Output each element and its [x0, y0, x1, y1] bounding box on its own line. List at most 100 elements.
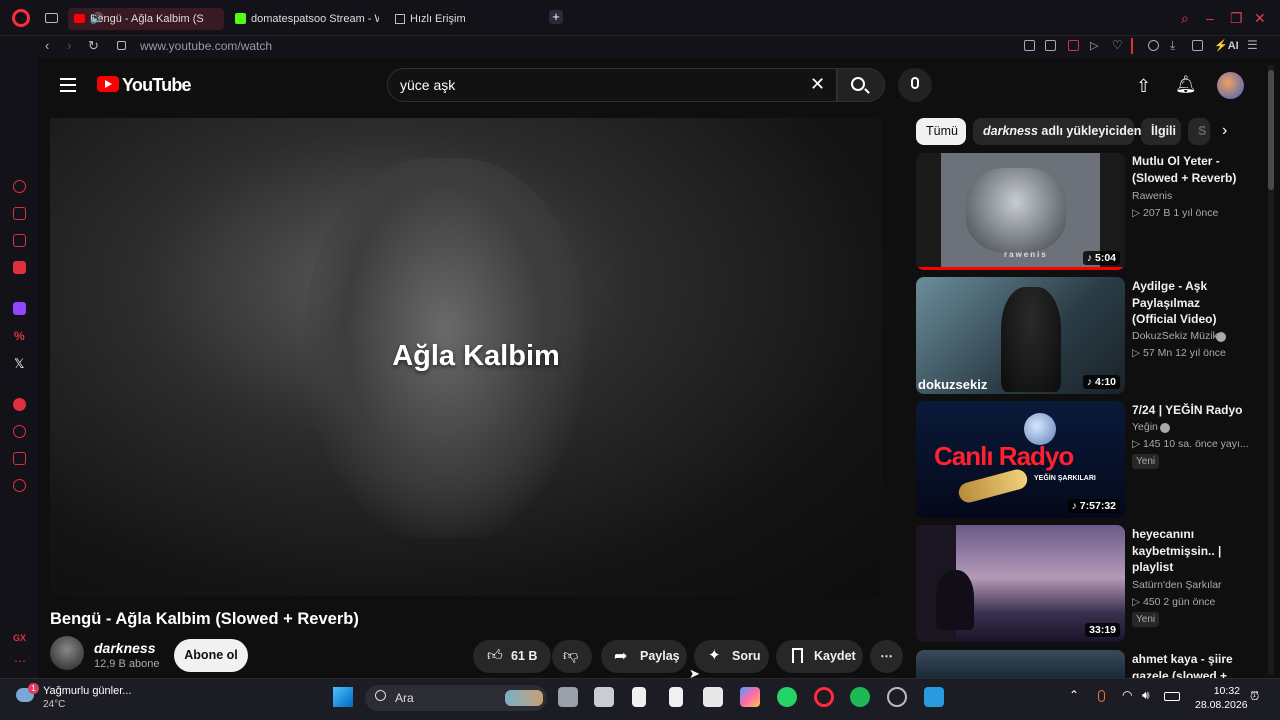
rec-title-2[interactable]: Aydilge - Aşk Paylaşılmaz (Official Vide…: [1132, 278, 1244, 328]
start-windows-icon[interactable]: [333, 687, 353, 707]
task-view-icon[interactable]: [558, 687, 578, 707]
spotify-icon[interactable]: [13, 398, 26, 411]
guide-menu-icon[interactable]: [60, 78, 76, 96]
tab-overview-icon[interactable]: [45, 13, 58, 23]
camera-icon[interactable]: [1192, 40, 1203, 51]
tab-kick-stream[interactable]: domatespatsoo Stream - W: [251, 8, 379, 30]
rec-title-4[interactable]: heyecanını kaybetmişsin.. | playlist: [1132, 526, 1244, 576]
history-icon[interactable]: [13, 425, 26, 438]
rec-thumbnail-4[interactable]: 33:19: [916, 525, 1125, 642]
shield-app-icon[interactable]: [924, 687, 944, 707]
rec-title-3[interactable]: 7/24 | YEĞİN Radyo: [1132, 402, 1262, 419]
clear-search-icon[interactable]: ✕: [810, 74, 825, 95]
restore-icon[interactable]: ❐: [1230, 10, 1243, 27]
aria-ai-icon[interactable]: ⚡AI: [1214, 39, 1239, 52]
opera-logo-icon[interactable]: [12, 9, 30, 27]
rec-title-5[interactable]: ahmet kaya - şiire gazele (slowed +: [1132, 651, 1244, 678]
chips-next-arrow-icon[interactable]: ›: [1222, 122, 1227, 140]
speed-dial-sidebar-icon[interactable]: [13, 180, 26, 193]
ask-button[interactable]: Soru: [694, 640, 769, 673]
x-twitter-icon[interactable]: 𝕏: [14, 356, 24, 372]
chip-related[interactable]: İlgili: [1141, 118, 1181, 145]
rec-channel-2[interactable]: DokuzSekiz Müzik: [1132, 330, 1218, 342]
rec-thumbnail-5[interactable]: [916, 650, 1125, 678]
wallet-icon[interactable]: [1131, 38, 1133, 54]
rec-thumbnail-1[interactable]: rawenis ♪ 5:04: [916, 153, 1125, 270]
opera-gx-taskbar-icon[interactable]: [814, 687, 834, 707]
twitch-icon[interactable]: [13, 302, 26, 315]
volume-icon[interactable]: 🔊︎: [1142, 688, 1150, 703]
forward-icon[interactable]: ›: [67, 38, 71, 53]
menu-icon[interactable]: ☰: [1247, 38, 1258, 52]
weather-text[interactable]: Yağmurlu günler...: [43, 685, 131, 697]
save-button[interactable]: Kaydet: [776, 640, 863, 673]
player-icon[interactable]: ▷: [1090, 39, 1098, 52]
rec-channel-3[interactable]: Yeğin: [1132, 421, 1158, 433]
chrome-like-icon[interactable]: [887, 687, 907, 707]
spotify-taskbar-icon[interactable]: [850, 687, 870, 707]
tab-speed-dial[interactable]: Hızlı Erişim: [410, 8, 490, 30]
new-tab-button[interactable]: +: [549, 10, 563, 24]
tray-chevron-icon[interactable]: ⌃: [1069, 688, 1079, 702]
video-player[interactable]: Ağla Kalbim: [50, 118, 882, 596]
chip-more[interactable]: S: [1188, 118, 1210, 145]
profile-icon[interactable]: [1148, 40, 1159, 51]
rec-channel-1[interactable]: Rawenis: [1132, 190, 1172, 202]
battery-icon[interactable]: [1164, 692, 1180, 701]
adblock-icon[interactable]: [1068, 40, 1079, 51]
channel-name[interactable]: darkness: [94, 640, 155, 656]
subscribe-button[interactable]: Abone ol: [174, 639, 248, 672]
minimize-icon[interactable]: –: [1206, 10, 1214, 26]
gx-corner-icon[interactable]: [13, 207, 26, 220]
like-button[interactable]: 61 B: [473, 640, 551, 673]
limiter-icon[interactable]: [13, 234, 26, 247]
copilot-icon[interactable]: [740, 687, 760, 707]
document-icon[interactable]: [632, 687, 646, 707]
search-icon[interactable]: [851, 77, 865, 91]
channel-avatar[interactable]: [50, 636, 84, 670]
search-query[interactable]: yüce aşk: [400, 77, 455, 93]
pin-icon[interactable]: [1024, 40, 1035, 51]
clock-time[interactable]: 10:32: [1202, 685, 1240, 697]
reload-icon[interactable]: ↻: [88, 38, 99, 54]
chip-from-uploader[interactable]: darkness adlı yükleyiciden: [973, 118, 1141, 145]
file-explorer-icon[interactable]: [594, 687, 614, 707]
create-upload-icon[interactable]: ⇧: [1136, 76, 1151, 97]
rec-channel-4[interactable]: Satürn'den Şarkılar: [1132, 579, 1222, 591]
youtube-logo-text[interactable]: YouTube: [122, 75, 192, 96]
wifi-icon[interactable]: ◠: [1122, 688, 1132, 702]
rec-title-1[interactable]: Mutlu Ol Yeter - (Slowed + Reverb): [1132, 153, 1244, 186]
tray-mic-icon[interactable]: [1098, 690, 1105, 702]
lock-icon[interactable]: [117, 41, 126, 50]
more-actions-button[interactable]: ⋯: [870, 640, 903, 673]
chip-all[interactable]: Tümü: [916, 118, 966, 145]
account-avatar[interactable]: [1217, 72, 1244, 99]
rec-thumbnail-3[interactable]: Canlı Radyo YEĞİN ŞARKILARI ♪ 7:57:32: [916, 401, 1125, 518]
url-field[interactable]: www.youtube.com/watch: [140, 39, 272, 53]
heart-icon[interactable]: ♡: [1112, 38, 1123, 52]
rec-thumbnail-art: [1001, 287, 1061, 392]
scrollbar-thumb[interactable]: [1268, 70, 1274, 190]
whatsapp-icon[interactable]: [777, 687, 797, 707]
discount-icon[interactable]: %: [14, 329, 25, 343]
close-window-icon[interactable]: ✕: [1254, 10, 1266, 27]
document-2-icon[interactable]: [669, 687, 683, 707]
rec-thumbnail-2[interactable]: dokuzsekiz ♪ 4:10: [916, 277, 1125, 394]
clock-date[interactable]: 28.08.2026: [1195, 699, 1248, 711]
notifications-bell-icon[interactable]: 🔔︎: [1175, 75, 1197, 95]
settings-icon[interactable]: [13, 479, 26, 492]
taskbar-search-placeholder[interactable]: Ara: [395, 691, 414, 705]
microphone-icon[interactable]: [911, 77, 919, 89]
search-tabs-icon[interactable]: ⌕: [1181, 10, 1189, 27]
snapshot-icon[interactable]: [1045, 40, 1056, 51]
notification-bell-icon[interactable]: ⏰︎: [1250, 689, 1259, 704]
extensions-icon[interactable]: [13, 452, 26, 465]
back-icon[interactable]: ‹: [45, 38, 49, 53]
youtube-logo-icon[interactable]: [97, 76, 119, 92]
speaker-icon[interactable]: 🔊: [90, 12, 104, 25]
messenger-icon[interactable]: [13, 261, 26, 274]
gx-logo-icon[interactable]: GX: [13, 633, 26, 643]
download-icon[interactable]: ⤓: [1170, 38, 1175, 53]
more-sidebar-icon[interactable]: ⋯: [14, 654, 26, 668]
solitaire-icon[interactable]: [703, 687, 723, 707]
